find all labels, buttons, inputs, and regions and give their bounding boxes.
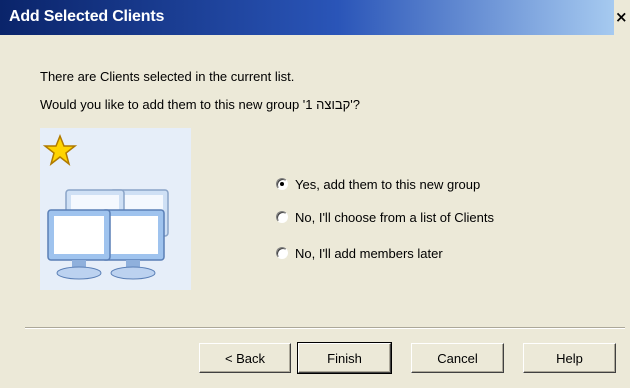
help-button[interactable]: Help <box>523 343 616 373</box>
option-yes-add-to-group[interactable]: Yes, add them to this new group <box>276 175 480 193</box>
add-selected-clients-dialog: Add Selected Clients × There are Clients… <box>0 0 630 388</box>
option-choose-from-list[interactable]: No, I'll choose from a list of Clients <box>276 208 494 226</box>
clients-illustration <box>40 128 191 290</box>
illustration-graphic <box>42 133 169 280</box>
option-label-choose[interactable]: No, I'll choose from a list of Clients <box>295 210 494 225</box>
button-separator <box>25 327 625 329</box>
title-bar[interactable]: Add Selected Clients <box>0 0 614 35</box>
finish-button[interactable]: Finish <box>297 342 392 374</box>
message-line-1: There are Clients selected in the curren… <box>40 69 295 84</box>
cancel-button[interactable]: Cancel <box>411 343 504 373</box>
radio-add-later[interactable] <box>276 247 288 259</box>
computers-icon <box>47 189 169 280</box>
back-button[interactable]: < Back <box>199 343 291 373</box>
option-label-later[interactable]: No, I'll add members later <box>295 246 443 261</box>
message-line-2: Would you like to add them to this new g… <box>40 97 360 112</box>
radio-choose-from-list[interactable] <box>276 211 288 223</box>
dialog-title: Add Selected Clients <box>9 8 165 25</box>
radio-yes-add[interactable] <box>276 178 288 190</box>
option-label-yes[interactable]: Yes, add them to this new group <box>295 177 480 192</box>
star-icon <box>42 133 78 166</box>
option-add-later[interactable]: No, I'll add members later <box>276 244 443 262</box>
close-button[interactable]: × <box>614 0 630 35</box>
close-icon: × <box>615 8 628 26</box>
